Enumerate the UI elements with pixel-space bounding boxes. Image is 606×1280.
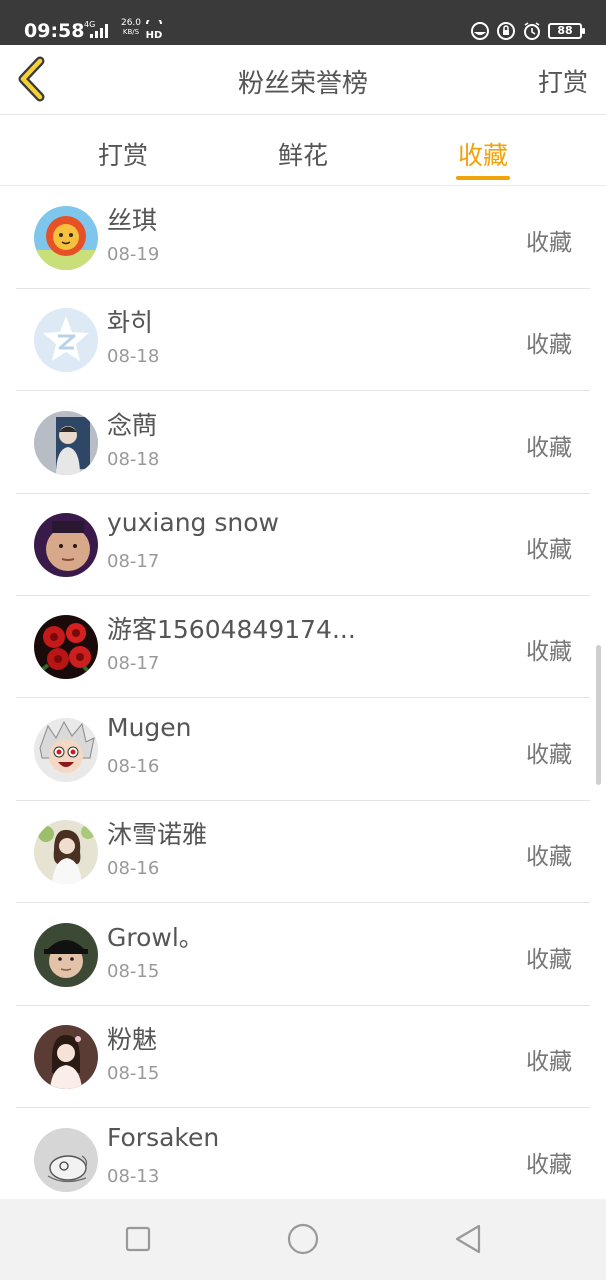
recent-apps-button[interactable] (120, 1221, 156, 1257)
fan-action: 收藏 (526, 537, 572, 563)
triangle-back-icon (455, 1224, 481, 1254)
avatar (34, 1025, 98, 1089)
list-item[interactable]: 粉魅 08-15 收藏 (16, 1006, 590, 1108)
fan-date: 08-18 (107, 449, 160, 470)
fan-name: Forsaken (107, 1123, 220, 1152)
avatar (34, 206, 98, 270)
list-item[interactable]: 沐雪诺雅 08-16 收藏 (16, 801, 590, 903)
cap-photo-avatar-icon (34, 923, 98, 987)
fan-name: yuxiang snow (107, 508, 279, 537)
tab-favorites[interactable]: 收藏 (458, 136, 508, 172)
list-item[interactable]: Growl。 08-15 收藏 (16, 904, 590, 1006)
fan-date: 08-13 (107, 1166, 160, 1187)
fan-date: 08-17 (107, 653, 160, 674)
face-photo-avatar-icon (34, 513, 98, 577)
avatar (34, 615, 98, 679)
woman-photo-avatar-icon (34, 1025, 98, 1089)
fan-date: 08-16 (107, 858, 160, 879)
status-bar: 09:58 4G 26.0 KB/S HD 88 (0, 0, 606, 45)
status-time: 09:58 (24, 20, 85, 42)
avatar (34, 820, 98, 884)
avatar (34, 718, 98, 782)
network-speed: 26.0 KB/S (116, 19, 146, 37)
avatar (34, 308, 98, 372)
tab-flowers[interactable]: 鲜花 (278, 136, 328, 172)
tab-reward[interactable]: 打赏 (98, 136, 148, 172)
signal-icon (90, 24, 108, 38)
hd-text: HD (146, 30, 163, 40)
fan-name: 粉魅 (107, 1025, 158, 1054)
portrait-photo-avatar-icon (34, 411, 98, 475)
fan-name: Mugen (107, 713, 192, 742)
list-item[interactable]: Forsaken 08-13 收藏 (16, 1109, 590, 1199)
eye-care-icon (471, 22, 489, 40)
list-item[interactable]: 화히 08-18 收藏 (16, 289, 590, 391)
list-item[interactable]: 念蔄 08-18 收藏 (16, 392, 590, 494)
reward-button[interactable]: 打赏 (538, 63, 588, 99)
avatar (34, 1128, 98, 1192)
fan-date: 08-17 (107, 551, 160, 572)
scrollbar[interactable] (596, 645, 601, 785)
circle-icon (287, 1223, 319, 1255)
fan-name: 화히 (107, 308, 154, 337)
fan-name: 丝琪 (107, 206, 158, 235)
roses-avatar-icon (34, 615, 98, 679)
fan-action: 收藏 (526, 639, 572, 665)
avatar (34, 923, 98, 987)
status-icons: 88 (470, 20, 585, 42)
fan-date: 08-18 (107, 346, 160, 367)
hd-icon: HD (146, 20, 163, 40)
fan-action: 收藏 (526, 230, 572, 256)
fan-action: 收藏 (526, 1152, 572, 1178)
fan-action: 收藏 (526, 435, 572, 461)
avatar (34, 411, 98, 475)
cartoon-lion-avatar-icon (34, 206, 98, 270)
tab-active-indicator (456, 176, 510, 180)
list-item[interactable]: 游客15604849174... 08-17 收藏 (16, 596, 590, 698)
default-qzone-avatar-icon (34, 308, 98, 372)
alarm-icon (524, 22, 540, 40)
fan-name: 游客15604849174... (107, 615, 356, 644)
list-item[interactable]: Mugen 08-16 收藏 (16, 699, 590, 801)
network-speed-value: 26.0 (120, 18, 142, 28)
home-button[interactable] (285, 1221, 321, 1257)
list-item[interactable]: yuxiang snow 08-17 收藏 (16, 494, 590, 596)
girl-photo-avatar-icon (34, 820, 98, 884)
fan-action: 收藏 (526, 332, 572, 358)
back-nav-button[interactable] (450, 1221, 486, 1257)
fan-name: Growl。 (107, 923, 204, 952)
fan-date: 08-16 (107, 756, 160, 777)
network-speed-unit: KB/S (122, 28, 140, 36)
sketch-avatar-icon (34, 1128, 98, 1192)
list-item[interactable]: 丝琪 08-19 收藏 (16, 187, 590, 289)
fan-name: 念蔄 (107, 411, 158, 440)
tab-bar: 打赏 鲜花 收藏 (0, 116, 606, 186)
fan-list[interactable]: 丝琪 08-19 收藏 화히 08-18 收藏 念蔄 08-18 收藏 yuxi… (0, 187, 606, 1199)
fan-date: 08-19 (107, 244, 160, 265)
page-title: 粉丝荣誉榜 (237, 69, 368, 99)
battery-icon: 88 (548, 23, 585, 39)
rotation-lock-icon (497, 22, 515, 40)
square-icon (125, 1226, 151, 1252)
fan-action: 收藏 (526, 947, 572, 973)
fan-name: 沐雪诺雅 (107, 820, 208, 849)
system-nav-bar (0, 1199, 606, 1280)
fan-action: 收藏 (526, 742, 572, 768)
title-bar: 粉丝荣誉榜 打赏 (0, 45, 606, 115)
fan-action: 收藏 (526, 1049, 572, 1075)
anime-avatar-icon (34, 718, 98, 782)
fan-action: 收藏 (526, 844, 572, 870)
avatar (34, 513, 98, 577)
fan-date: 08-15 (107, 1063, 160, 1084)
fan-date: 08-15 (107, 961, 160, 982)
